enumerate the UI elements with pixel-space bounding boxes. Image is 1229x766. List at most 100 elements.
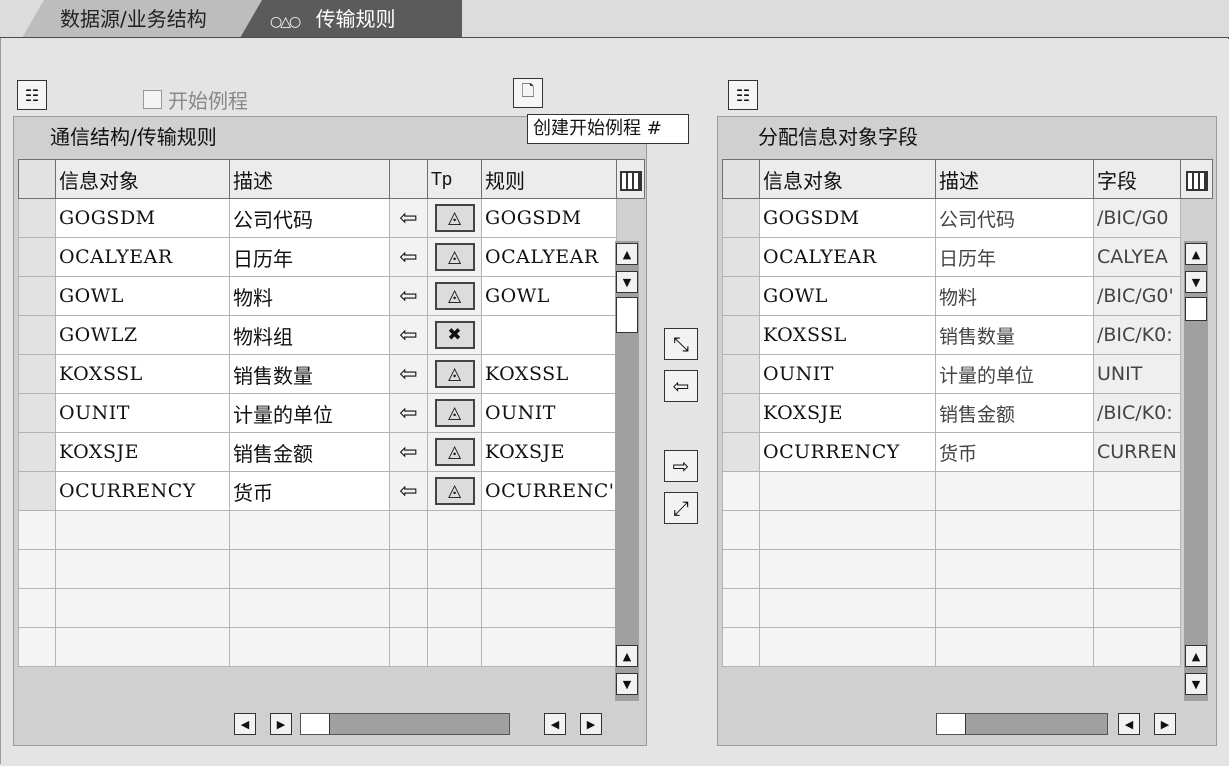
checkbox-box[interactable] xyxy=(143,90,162,109)
row-selector[interactable] xyxy=(18,627,56,667)
row-selector[interactable] xyxy=(722,549,760,589)
table-row-empty[interactable] xyxy=(722,588,1213,628)
row-selector[interactable] xyxy=(18,276,56,316)
col-header-field[interactable]: 字段 xyxy=(1093,159,1181,199)
table-row-empty[interactable] xyxy=(18,510,645,550)
rule-type-button[interactable]: ◬ xyxy=(434,399,475,427)
col-header-description[interactable]: 描述 xyxy=(935,159,1094,199)
scroll-left-icon[interactable]: ◀ xyxy=(1118,713,1140,735)
left-arrow-icon[interactable]: ⇦ xyxy=(389,315,428,355)
scroll-down-icon[interactable]: ▼ xyxy=(616,271,638,293)
table-row-empty[interactable] xyxy=(18,627,645,667)
row-selector[interactable] xyxy=(18,354,56,394)
table-row[interactable]: KOXSJE 销售金额 ⇦ ◬ KOXSJE xyxy=(18,432,645,472)
table-row[interactable]: OCALYEAR 日历年 ⇦ ◬ OCALYEAR xyxy=(18,237,645,277)
row-selector[interactable] xyxy=(722,237,760,277)
scroll-up-icon[interactable]: ▲ xyxy=(616,243,638,265)
row-selector[interactable] xyxy=(18,393,56,433)
table-row[interactable]: OUNIT 计量的单位 ⇦ ◬ OUNIT xyxy=(18,393,645,433)
rule-type-button[interactable]: ◬ xyxy=(434,243,475,271)
row-selector[interactable] xyxy=(722,315,760,355)
table-row[interactable]: GOGSDM 公司代码/BIC/G0 xyxy=(722,198,1213,238)
scroll-left-icon[interactable]: ◀ xyxy=(544,713,566,735)
vertical-scrollbar[interactable]: ▲ ▼ ▲ ▼ xyxy=(615,241,639,701)
row-selector[interactable] xyxy=(722,588,760,628)
row-selector[interactable] xyxy=(722,471,760,511)
left-arrow-icon[interactable]: ⇦ xyxy=(389,237,428,277)
row-selector[interactable] xyxy=(722,627,760,667)
scroll-left-icon[interactable]: ◀ xyxy=(234,713,256,735)
col-header-rule[interactable]: 规则 xyxy=(481,159,617,199)
no-rule-button[interactable]: ✖ xyxy=(434,321,475,349)
left-arrow-icon[interactable]: ⇦ xyxy=(389,393,428,433)
assign-button[interactable]: ⤡ xyxy=(664,328,698,360)
create-start-routine-button[interactable]: 🗋 xyxy=(513,78,543,108)
scroll-right-icon[interactable]: ▶ xyxy=(1154,713,1176,735)
row-selector[interactable] xyxy=(18,432,56,472)
col-header-tp[interactable]: Tp xyxy=(427,159,482,199)
horizontal-scrollbar[interactable] xyxy=(936,713,1108,735)
row-selector[interactable] xyxy=(722,393,760,433)
scroll-down-icon[interactable]: ▼ xyxy=(1185,271,1207,293)
table-row-empty[interactable] xyxy=(18,549,645,589)
row-selector[interactable] xyxy=(722,198,760,238)
row-selector[interactable] xyxy=(18,510,56,550)
row-selector[interactable] xyxy=(722,354,760,394)
left-arrow-icon[interactable]: ⇦ xyxy=(389,471,428,511)
table-row[interactable]: OCURRENCY 货币 ⇦ ◬ OCURRENC' xyxy=(18,471,645,511)
table-row[interactable]: KOXSSL 销售数量 ⇦ ◬ KOXSSL xyxy=(18,354,645,394)
column-settings-button[interactable] xyxy=(616,159,645,199)
row-selector[interactable] xyxy=(18,198,56,238)
scroll-thumb[interactable] xyxy=(301,714,330,734)
rule-type-button[interactable]: ◬ xyxy=(434,204,475,232)
start-routine-checkbox[interactable]: 开始例程 xyxy=(143,85,248,114)
rule-type-button[interactable]: ◬ xyxy=(434,360,475,388)
col-header-infoobject[interactable]: 信息对象 xyxy=(759,159,936,199)
col-header-arrow[interactable] xyxy=(389,159,428,199)
table-row[interactable]: KOXSJE 销售金额/BIC/K0: xyxy=(722,393,1213,433)
left-arrow-icon[interactable]: ⇦ xyxy=(389,198,428,238)
rule-type-button[interactable]: ◬ xyxy=(434,477,475,505)
scroll-down-icon[interactable]: ▼ xyxy=(616,673,638,695)
table-row[interactable]: GOWL 物料 ⇦ ◬ GOWL xyxy=(18,276,645,316)
table-row[interactable]: GOWL 物料/BIC/G0' xyxy=(722,276,1213,316)
col-header-description[interactable]: 描述 xyxy=(229,159,390,199)
move-right-button[interactable]: ⇨ xyxy=(664,450,698,482)
col-header-infoobject[interactable]: 信息对象 xyxy=(55,159,230,199)
scroll-thumb[interactable] xyxy=(616,297,638,333)
table-row[interactable]: KOXSSL 销售数量/BIC/K0: xyxy=(722,315,1213,355)
scroll-up-icon[interactable]: ▲ xyxy=(1185,243,1207,265)
row-selector[interactable] xyxy=(18,471,56,511)
rule-type-button[interactable]: ◬ xyxy=(434,282,475,310)
row-selector[interactable] xyxy=(722,432,760,472)
table-row[interactable]: GOWLZ 物料组 ⇦ ✖ xyxy=(18,315,645,355)
rule-type-button[interactable]: ◬ xyxy=(434,438,475,466)
scroll-right-icon[interactable]: ▶ xyxy=(580,713,602,735)
row-selector[interactable] xyxy=(18,549,56,589)
scroll-up-icon[interactable]: ▲ xyxy=(616,645,638,667)
scroll-thumb[interactable] xyxy=(937,714,966,734)
details-toggle-button-left[interactable]: ☷ xyxy=(17,80,47,110)
scroll-right-icon[interactable]: ▶ xyxy=(270,713,292,735)
left-arrow-icon[interactable]: ⇦ xyxy=(389,354,428,394)
scroll-thumb[interactable] xyxy=(1185,297,1207,321)
horizontal-scrollbar[interactable] xyxy=(300,713,510,735)
row-selector[interactable] xyxy=(18,315,56,355)
table-row-empty[interactable] xyxy=(722,627,1213,667)
vertical-scrollbar[interactable]: ▲ ▼ ▲ ▼ xyxy=(1184,241,1208,701)
row-selector[interactable] xyxy=(722,276,760,316)
left-arrow-icon[interactable]: ⇦ xyxy=(389,432,428,472)
move-left-button[interactable]: ⇦ xyxy=(664,370,698,402)
row-selector[interactable] xyxy=(18,588,56,628)
scroll-up-icon[interactable]: ▲ xyxy=(1185,645,1207,667)
row-selector[interactable] xyxy=(722,510,760,550)
table-row-empty[interactable] xyxy=(722,549,1213,589)
scroll-down-icon[interactable]: ▼ xyxy=(1185,673,1207,695)
row-selector[interactable] xyxy=(18,237,56,277)
unassign-button[interactable]: ⤢ xyxy=(664,492,698,524)
table-row[interactable]: OCURRENCY 货币 CURREN xyxy=(722,432,1213,472)
left-arrow-icon[interactable]: ⇦ xyxy=(389,276,428,316)
tab-datasource-structure[interactable]: 数据源/业务结构 xyxy=(22,0,262,38)
table-row[interactable]: OCALYEAR 日历年 CALYEA xyxy=(722,237,1213,277)
tab-transfer-rules[interactable]: ○△○ 传输规则 xyxy=(240,0,462,38)
